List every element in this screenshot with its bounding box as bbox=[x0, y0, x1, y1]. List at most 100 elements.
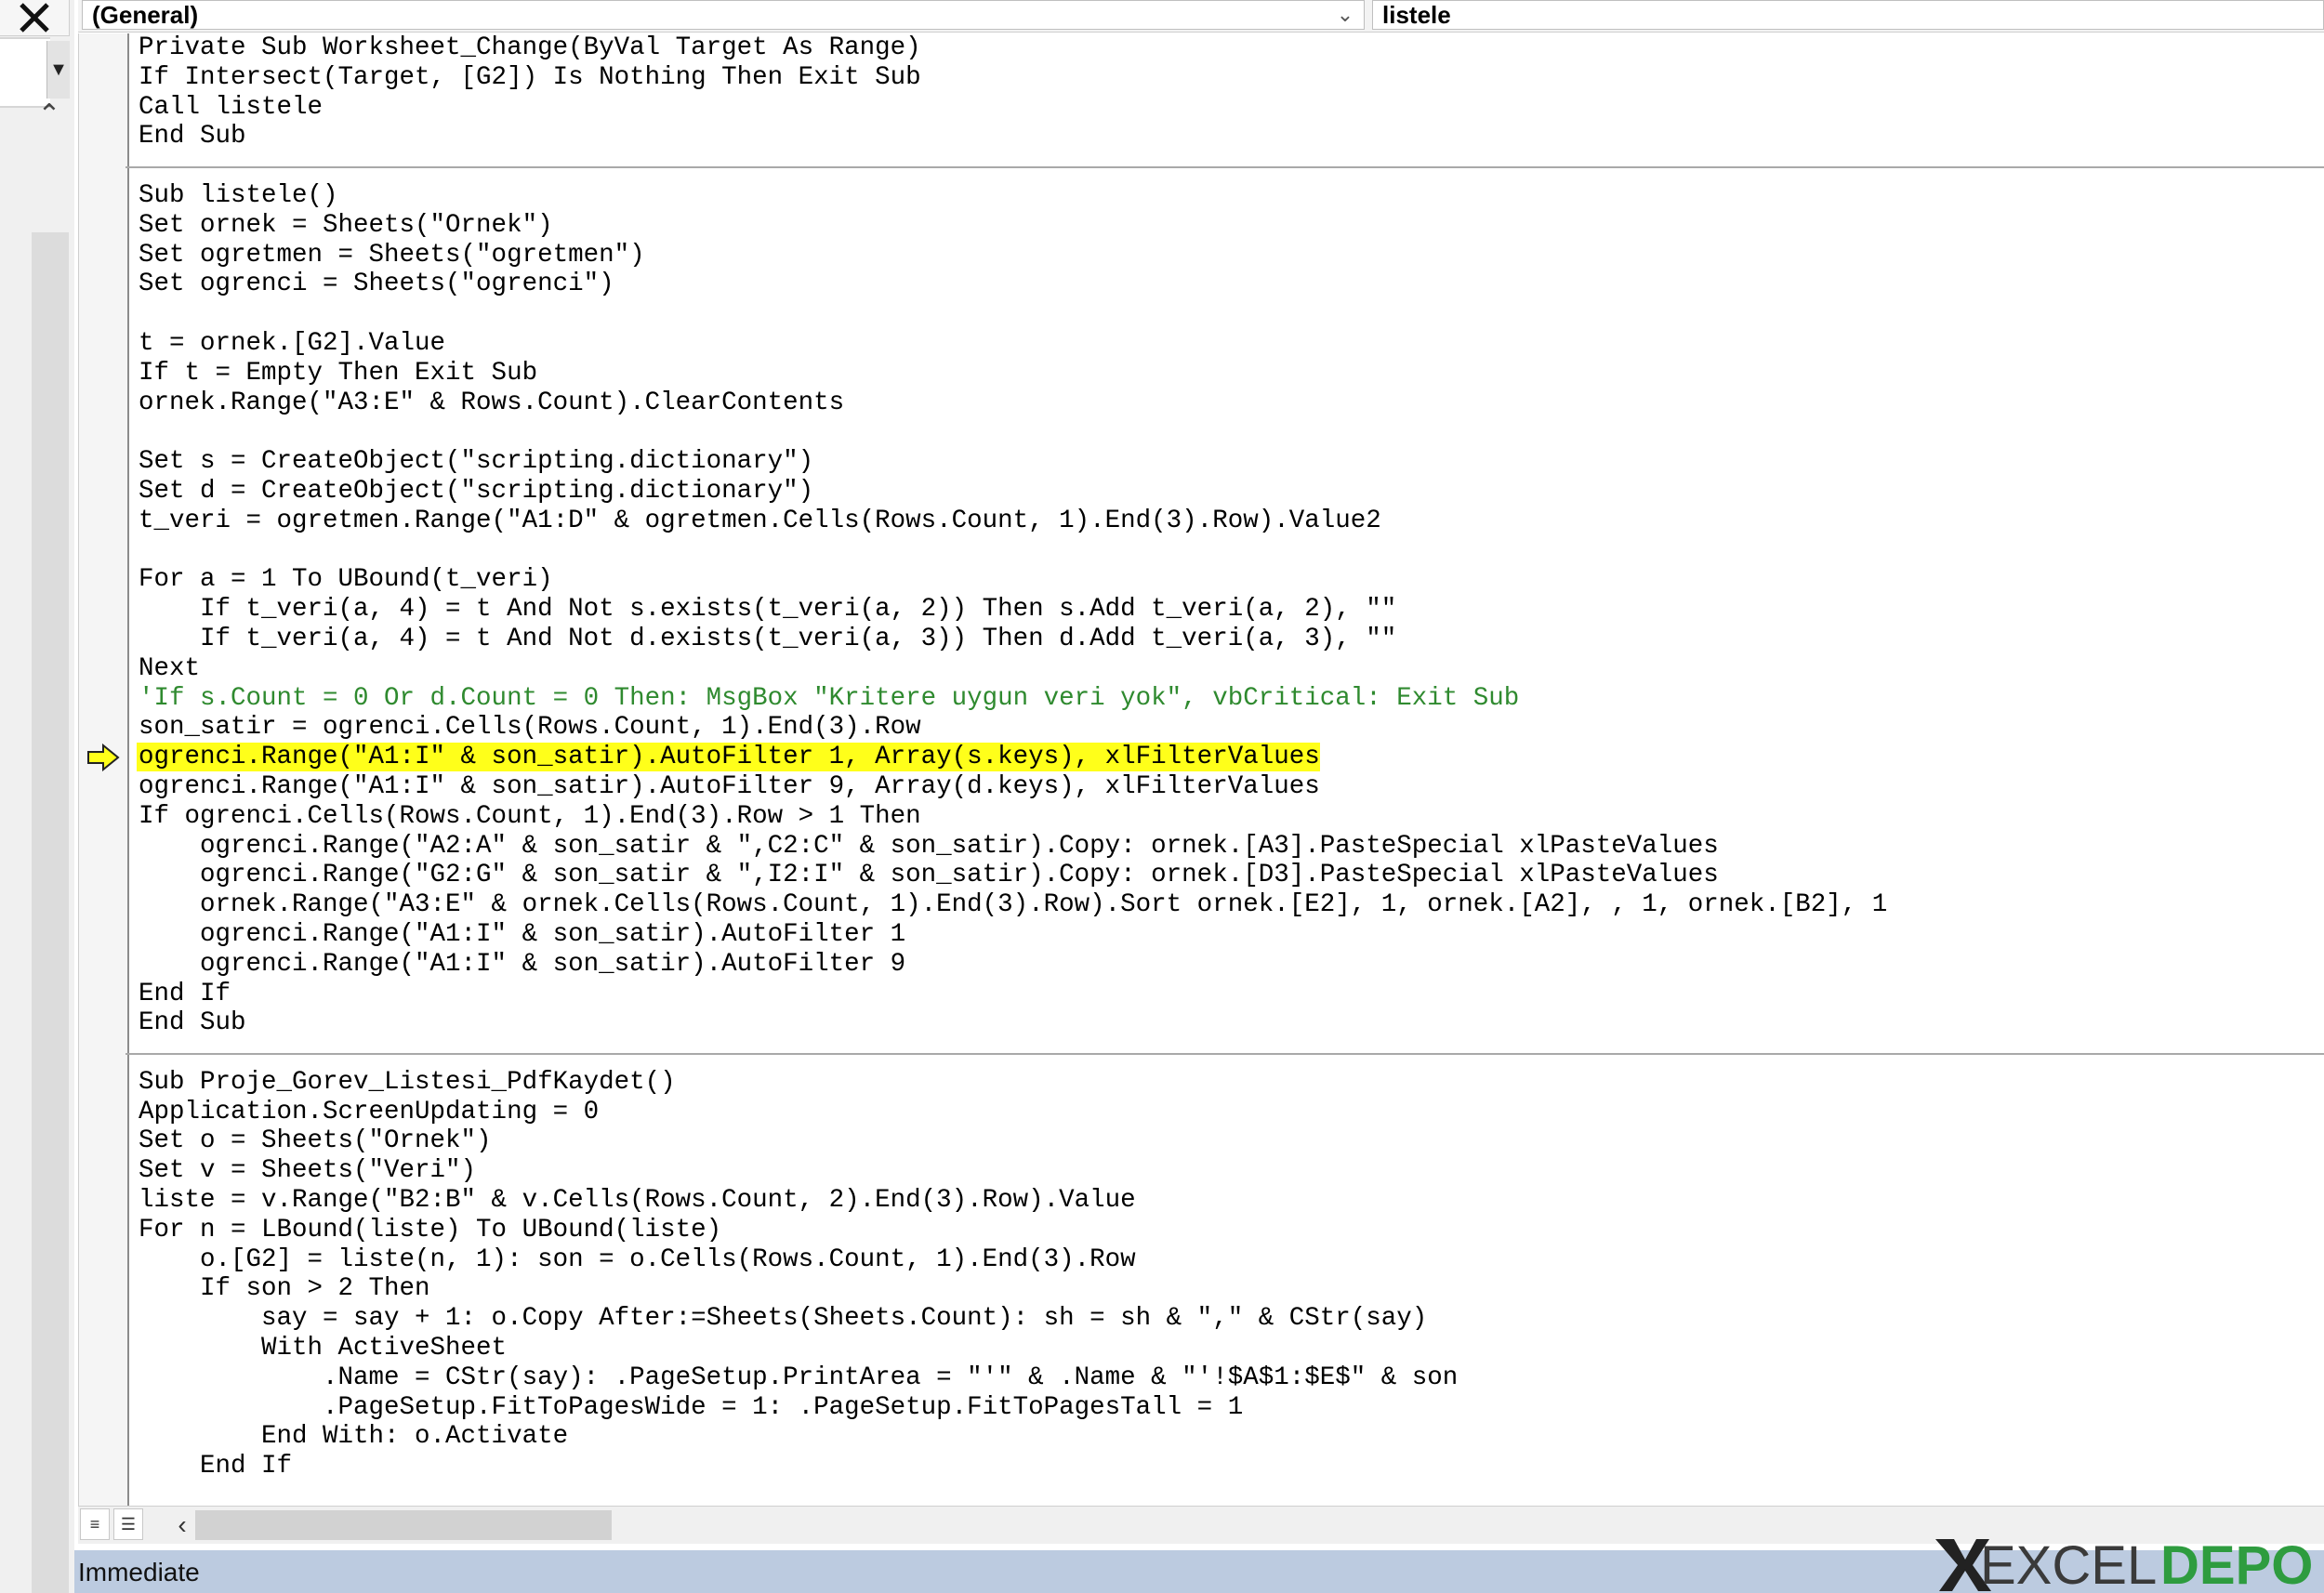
code-line[interactable]: Set v = Sheets("Veri") bbox=[137, 1156, 2324, 1186]
code-line[interactable]: If t = Empty Then Exit Sub bbox=[137, 359, 2324, 388]
panel-scrollbar-track[interactable] bbox=[32, 232, 69, 1593]
margin-indicator-bar[interactable] bbox=[79, 33, 129, 1507]
code-line[interactable]: If son > 2 Then bbox=[137, 1274, 2324, 1304]
code-line-text: Set d = CreateObject("scripting.dictiona… bbox=[139, 476, 814, 506]
code-line-text: Set v = Sheets("Veri") bbox=[139, 1156, 477, 1186]
code-line-text: End If bbox=[139, 1452, 293, 1481]
code-line-text: t = ornek.[G2].Value bbox=[139, 328, 446, 358]
procedure-view-icon[interactable]: ≡ bbox=[80, 1508, 110, 1540]
scroll-up-icon[interactable]: ⌃ bbox=[33, 99, 65, 132]
code-line[interactable]: End If bbox=[137, 980, 2324, 1009]
code-line-text: With ActiveSheet bbox=[139, 1334, 508, 1363]
code-line[interactable]: For a = 1 To UBound(t_veri) bbox=[137, 565, 2324, 595]
procedure-separator bbox=[125, 1052, 2324, 1055]
code-line[interactable]: End Sub bbox=[137, 1008, 2324, 1038]
code-line[interactable]: t = ornek.[G2].Value bbox=[137, 329, 2324, 359]
code-line-current-statement[interactable]: ogrenci.Range("A1:I" & son_satir).AutoFi… bbox=[137, 743, 2324, 772]
code-line[interactable]: Sub listele() bbox=[137, 181, 2324, 211]
code-line[interactable] bbox=[137, 417, 2324, 447]
code-line[interactable]: ogrenci.Range("A2:A" & son_satir & ",C2:… bbox=[137, 832, 2324, 862]
code-line[interactable]: .PageSetup.FitToPagesWide = 1: .PageSetu… bbox=[137, 1393, 2324, 1423]
code-line[interactable]: ornek.Range("A3:E" & Rows.Count).ClearCo… bbox=[137, 388, 2324, 418]
code-line-text: Set ornek = Sheets("Ornek") bbox=[139, 210, 553, 240]
code-line[interactable]: Next bbox=[137, 654, 2324, 684]
code-line-text: liste = v.Range("B2:B" & v.Cells(Rows.Co… bbox=[139, 1186, 1136, 1216]
code-line[interactable]: t_veri = ogretmen.Range("A1:D" & ogretme… bbox=[137, 507, 2324, 536]
code-line[interactable] bbox=[137, 536, 2324, 566]
code-line-text: Set ogrenci = Sheets("ogrenci") bbox=[139, 270, 614, 299]
code-line[interactable]: liste = v.Range("B2:B" & v.Cells(Rows.Co… bbox=[137, 1186, 2324, 1216]
code-line-text: If t = Empty Then Exit Sub bbox=[139, 358, 538, 388]
chevron-down-icon[interactable]: ⌄ bbox=[1334, 1, 1356, 29]
code-line-text: .PageSetup.FitToPagesWide = 1: .PageSetu… bbox=[139, 1392, 1244, 1422]
code-line[interactable]: End If bbox=[137, 1452, 2324, 1481]
horizontal-scroll-thumb[interactable] bbox=[195, 1510, 612, 1540]
code-line-text: If t_veri(a, 4) = t And Not s.exists(t_v… bbox=[139, 595, 1397, 625]
code-line[interactable]: Set d = CreateObject("scripting.dictiona… bbox=[137, 477, 2324, 507]
code-line[interactable]: Application.ScreenUpdating = 0 bbox=[137, 1098, 2324, 1127]
code-line[interactable]: ogrenci.Range("G2:G" & son_satir & ",I2:… bbox=[137, 861, 2324, 890]
code-line[interactable]: ornek.Range("A3:E" & ornek.Cells(Rows.Co… bbox=[137, 890, 2324, 920]
procedure-separator bbox=[125, 166, 2324, 169]
watermark-depo: DEPO bbox=[2160, 1535, 2313, 1593]
code-line[interactable]: Set ogrenci = Sheets("ogrenci") bbox=[137, 270, 2324, 299]
code-line-text: For n = LBound(liste) To UBound(liste) bbox=[139, 1215, 722, 1244]
code-editor[interactable]: Private Sub Worksheet_Change(ByVal Targe… bbox=[78, 33, 2324, 1507]
object-dropdown[interactable]: (General) ⌄ bbox=[82, 0, 1365, 30]
code-line-text: ogrenci.Range("A2:A" & son_satir & ",C2:… bbox=[139, 831, 1719, 861]
code-line[interactable]: With ActiveSheet bbox=[137, 1334, 2324, 1363]
project-combo-dropdown-icon[interactable]: ▼ bbox=[46, 41, 70, 99]
code-line[interactable]: If Intersect(Target, [G2]) Is Nothing Th… bbox=[137, 63, 2324, 93]
code-line[interactable]: Private Sub Worksheet_Change(ByVal Targe… bbox=[137, 33, 2324, 63]
project-combo[interactable] bbox=[0, 37, 50, 108]
execution-pointer-icon[interactable] bbox=[86, 744, 122, 772]
code-line-text: ornek.Range("A3:E" & Rows.Count).ClearCo… bbox=[139, 388, 845, 417]
code-line[interactable]: If ogrenci.Cells(Rows.Count, 1).End(3).R… bbox=[137, 802, 2324, 832]
immediate-title: Immediate bbox=[78, 1558, 200, 1586]
code-line[interactable]: Set ornek = Sheets("Ornek") bbox=[137, 211, 2324, 241]
code-line[interactable]: End With: o.Activate bbox=[137, 1422, 2324, 1452]
code-line-text: Application.ScreenUpdating = 0 bbox=[139, 1097, 600, 1126]
code-line[interactable]: Set ogretmen = Sheets("ogretmen") bbox=[137, 241, 2324, 270]
code-line[interactable]: If t_veri(a, 4) = t And Not s.exists(t_v… bbox=[137, 595, 2324, 625]
code-line-text: Next bbox=[139, 653, 201, 683]
code-lines[interactable]: Private Sub Worksheet_Change(ByVal Targe… bbox=[125, 33, 2324, 1481]
code-line[interactable]: o.[G2] = liste(n, 1): son = o.Cells(Rows… bbox=[137, 1245, 2324, 1275]
close-button[interactable] bbox=[0, 0, 70, 36]
code-line[interactable]: If t_veri(a, 4) = t And Not d.exists(t_v… bbox=[137, 625, 2324, 654]
code-line[interactable] bbox=[137, 299, 2324, 329]
code-line[interactable] bbox=[125, 151, 2324, 181]
code-line[interactable]: For n = LBound(liste) To UBound(liste) bbox=[137, 1216, 2324, 1245]
code-line[interactable]: Sub Proje_Gorev_Listesi_PdfKaydet() bbox=[137, 1068, 2324, 1098]
code-line[interactable]: Call listele bbox=[137, 93, 2324, 123]
code-line-text: .Name = CStr(say): .PageSetup.PrintArea … bbox=[139, 1363, 1459, 1392]
code-line[interactable]: ogrenci.Range("A1:I" & son_satir).AutoFi… bbox=[137, 772, 2324, 802]
code-line[interactable]: say = say + 1: o.Copy After:=Sheets(Shee… bbox=[137, 1304, 2324, 1334]
code-line[interactable] bbox=[125, 1038, 2324, 1068]
procedure-dropdown[interactable]: listele bbox=[1372, 0, 2324, 30]
code-line-text: If ogrenci.Cells(Rows.Count, 1).End(3).R… bbox=[139, 801, 921, 831]
code-line[interactable]: End Sub bbox=[137, 122, 2324, 151]
code-line[interactable]: ogrenci.Range("A1:I" & son_satir).AutoFi… bbox=[137, 950, 2324, 980]
full-module-view-icon[interactable]: ☰ bbox=[113, 1508, 143, 1540]
code-line-text: Sub Proje_Gorev_Listesi_PdfKaydet() bbox=[139, 1067, 676, 1097]
code-line-text: son_satir = ogrenci.Cells(Rows.Count, 1)… bbox=[139, 713, 921, 743]
code-line-text: Private Sub Worksheet_Change(ByVal Targe… bbox=[139, 33, 921, 62]
code-line-text: Sub listele() bbox=[139, 180, 338, 210]
code-line-text: Call listele bbox=[139, 92, 324, 122]
code-line[interactable]: Set s = CreateObject("scripting.dictiona… bbox=[137, 447, 2324, 477]
code-line[interactable]: .Name = CStr(say): .PageSetup.PrintArea … bbox=[137, 1363, 2324, 1393]
code-line-text: ornek.Range("A3:E" & ornek.Cells(Rows.Co… bbox=[139, 890, 1888, 920]
object-dropdown-value: (General) bbox=[92, 1, 199, 29]
code-line[interactable]: Set o = Sheets("Ornek") bbox=[137, 1126, 2324, 1156]
code-line[interactable]: son_satir = ogrenci.Cells(Rows.Count, 1)… bbox=[137, 713, 2324, 743]
code-line-text: For a = 1 To UBound(t_veri) bbox=[139, 565, 553, 595]
code-line[interactable]: 'If s.Count = 0 Or d.Count = 0 Then: Msg… bbox=[137, 684, 2324, 714]
code-line-text: If son > 2 Then bbox=[139, 1274, 430, 1304]
code-line-text: ogrenci.Range("A1:I" & son_satir).AutoFi… bbox=[139, 919, 906, 949]
code-line[interactable]: ogrenci.Range("A1:I" & son_satir).AutoFi… bbox=[137, 920, 2324, 950]
code-line-text: ogrenci.Range("A1:I" & son_satir).AutoFi… bbox=[139, 949, 906, 979]
